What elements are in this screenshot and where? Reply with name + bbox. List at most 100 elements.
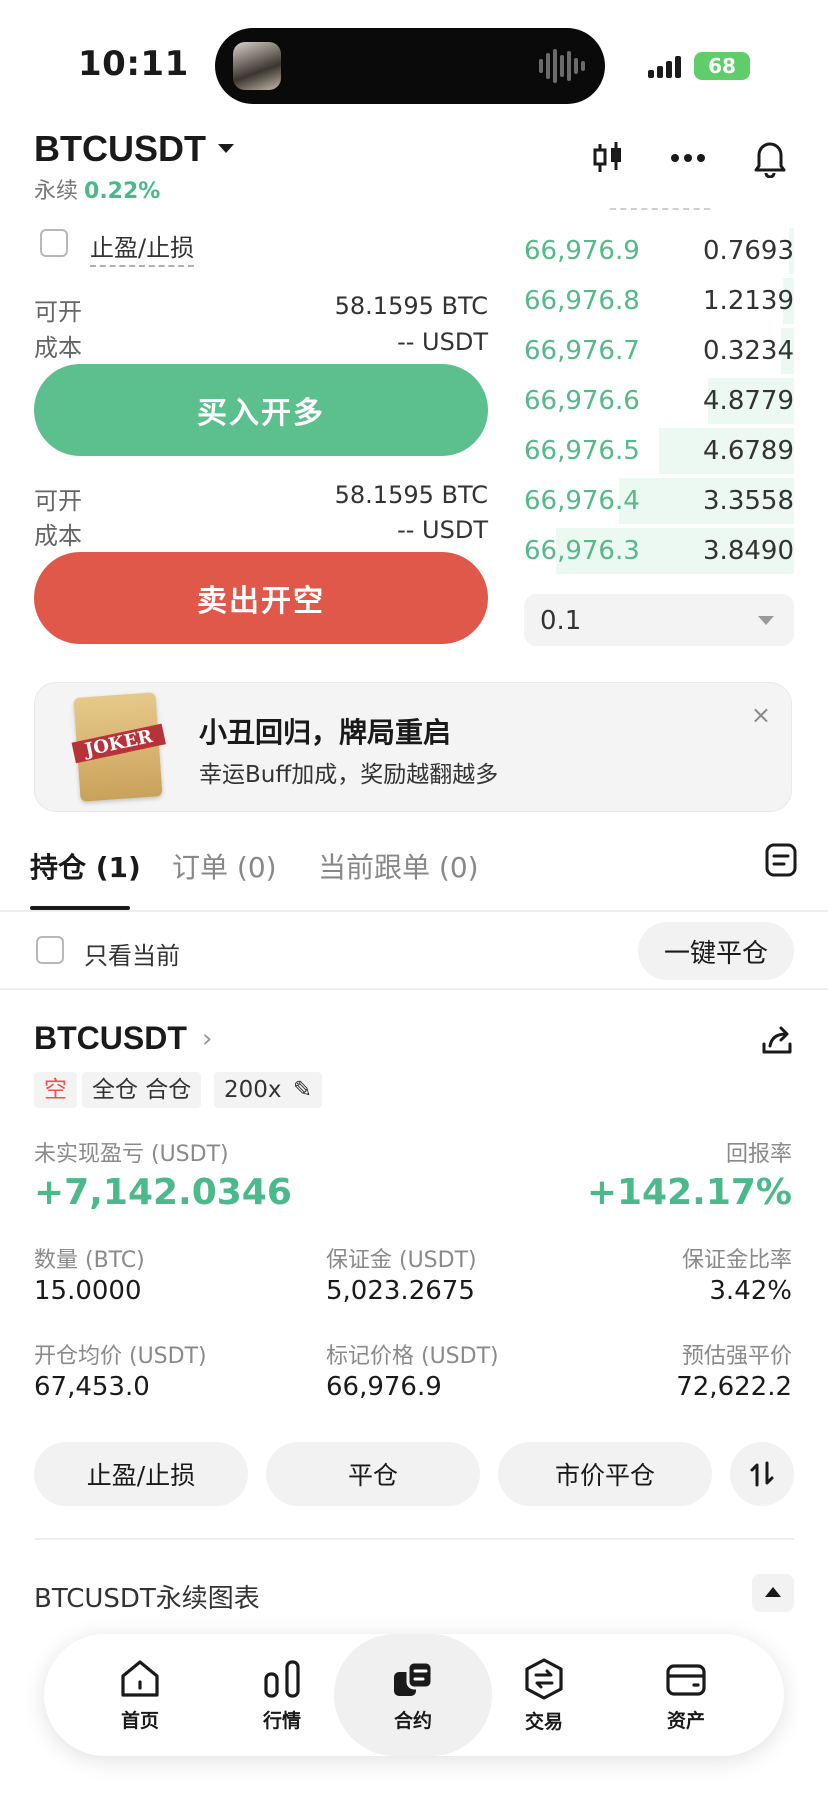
margin-value: 5,023.2675 (326, 1276, 475, 1306)
mark-price-label: 标记价格 (USDT) (326, 1344, 499, 1369)
sell-short-button[interactable]: 卖出开空 (34, 552, 488, 644)
change-percent: 0.22% (84, 179, 161, 204)
wallet-icon (666, 1663, 706, 1696)
qty-value: 15.0000 (34, 1276, 142, 1306)
bid-price: 66,976.7 (524, 336, 640, 366)
bid-price: 66,976.6 (524, 386, 640, 416)
tab-copy-trades[interactable]: 当前跟单 (0) (318, 846, 479, 886)
order-book-row[interactable]: 66,976.5 4.6789 (524, 426, 794, 476)
bid-quantity: 1.2139 (703, 286, 794, 316)
bid-price: 66,976.8 (524, 286, 640, 316)
precision-value: 0.1 (540, 606, 582, 636)
order-book-row[interactable]: 66,976.3 3.8490 (524, 526, 794, 576)
chart-section-title: BTCUSDT永续图表 (34, 1584, 260, 1614)
market-close-button[interactable]: 市价平仓 (498, 1442, 712, 1506)
mark-price-value: 66,976.9 (326, 1372, 442, 1402)
margin-mode-badge: 全仓 合仓 (82, 1072, 202, 1108)
buy-available-label: 可开 (34, 298, 82, 326)
contract-icon (394, 1660, 434, 1696)
entry-price-value: 67,453.0 (34, 1372, 150, 1402)
nav-assets[interactable]: 资产 (612, 1634, 760, 1756)
home-icon (121, 1659, 159, 1697)
buy-long-button[interactable]: 买入开多 (34, 364, 488, 456)
buy-cost-label: 成本 (34, 334, 82, 362)
order-book-row[interactable]: 66,976.6 4.8779 (524, 376, 794, 426)
reverse-position-button[interactable] (730, 1442, 794, 1506)
audio-wave-icon (539, 48, 585, 84)
bid-quantity: 4.8779 (703, 386, 794, 416)
only-current-checkbox[interactable] (36, 936, 64, 964)
liq-price-label: 预估强平价 (681, 1344, 792, 1369)
collapse-chart-button[interactable] (752, 1574, 794, 1612)
sell-cost-label: 成本 (34, 522, 82, 550)
nav-label: 交易 (524, 1710, 563, 1733)
banner-subtitle: 幸运Buff加成，奖励越翻越多 (199, 762, 499, 788)
edit-icon[interactable]: ✎ (293, 1072, 312, 1108)
trade-icon (525, 1657, 563, 1700)
chevron-up-icon (765, 1587, 781, 1597)
tpsl-label[interactable]: 止盈/止损 (90, 228, 195, 267)
margin-label: 保证金 (USDT) (326, 1248, 477, 1273)
nav-home[interactable]: 首页 (66, 1634, 214, 1756)
promo-banner[interactable]: JOKER 小丑回归，牌局重启 幸运Buff加成，奖励越翻越多 × (34, 682, 792, 812)
order-history-icon[interactable] (764, 842, 798, 882)
roi-value: +142.17% (586, 1172, 792, 1213)
banner-title: 小丑回归，牌局重启 (199, 716, 452, 749)
tab-orders[interactable]: 订单 (0) (172, 846, 277, 886)
card-divider (34, 1538, 794, 1540)
sell-cost-value: -- USDT (397, 516, 488, 544)
tpsl-checkbox[interactable] (40, 229, 68, 257)
liq-price-value: 72,622.2 (676, 1372, 792, 1402)
symbol-dropdown-icon[interactable] (218, 144, 234, 153)
bid-price: 66,976.3 (524, 536, 640, 566)
nav-contract[interactable]: 合约 (334, 1634, 492, 1756)
precision-select[interactable]: 0.1 (524, 594, 794, 646)
bid-quantity: 3.3558 (703, 486, 794, 516)
margin-ratio-label: 保证金比率 (681, 1248, 792, 1273)
order-book-row[interactable]: 66,976.7 0.3234 (524, 326, 794, 376)
close-all-button[interactable]: 一键平仓 (638, 922, 794, 980)
order-book-row[interactable]: 66,976.8 1.2139 (524, 276, 794, 326)
nav-label: 合约 (393, 1709, 432, 1732)
leverage-value: 200x (224, 1077, 282, 1103)
nav-label: 资产 (666, 1709, 705, 1732)
more-icon[interactable] (666, 136, 710, 180)
order-book-row[interactable]: 66,976.9 0.7693 (524, 226, 794, 276)
bid-quantity: 4.6789 (703, 436, 794, 466)
tabs-divider (0, 910, 828, 912)
position-symbol[interactable]: BTCUSDT (34, 1020, 187, 1057)
filter-divider (0, 988, 828, 990)
bid-quantity: 0.7693 (703, 236, 794, 266)
nav-label: 行情 (262, 1709, 301, 1732)
order-book-row[interactable]: 66,976.4 3.3558 (524, 476, 794, 526)
only-current-label[interactable]: 只看当前 (84, 936, 180, 971)
signal-icon (648, 56, 681, 78)
tpsl-button[interactable]: 止盈/止损 (34, 1442, 248, 1506)
entry-price-label: 开仓均价 (USDT) (34, 1344, 207, 1369)
pnl-label: 未实现盈亏 (USDT) (34, 1142, 229, 1167)
status-time: 10:11 (78, 44, 189, 84)
sell-available-value: 58.1595 BTC (334, 481, 488, 509)
perpetual-change: 永续 0.22% (34, 173, 160, 205)
market-icon (264, 1659, 300, 1698)
roi-label: 回报率 (725, 1142, 792, 1167)
nav-trade[interactable]: 交易 (470, 1634, 618, 1756)
now-playing-artwork (233, 42, 281, 90)
share-icon[interactable] (760, 1024, 794, 1062)
bid-quantity: 0.3234 (703, 336, 794, 366)
close-position-button[interactable]: 平仓 (266, 1442, 480, 1506)
chevron-right-icon[interactable]: › (202, 1024, 212, 1054)
close-icon[interactable]: × (751, 701, 771, 729)
sell-available-label: 可开 (34, 487, 82, 515)
nav-label: 首页 (120, 1709, 159, 1732)
pnl-value: +7,142.0346 (34, 1172, 292, 1213)
leverage-badge[interactable]: 200x ✎ (214, 1072, 323, 1108)
candlestick-icon[interactable] (586, 136, 630, 180)
margin-ratio-value: 3.42% (709, 1276, 792, 1306)
symbol-selector[interactable]: BTCUSDT (34, 128, 206, 170)
buy-cost-value: -- USDT (397, 328, 488, 356)
bid-price: 66,976.5 (524, 436, 640, 466)
tab-positions[interactable]: 持仓 (1) (30, 846, 141, 886)
bell-icon[interactable] (748, 136, 792, 180)
chevron-down-icon (758, 616, 774, 625)
